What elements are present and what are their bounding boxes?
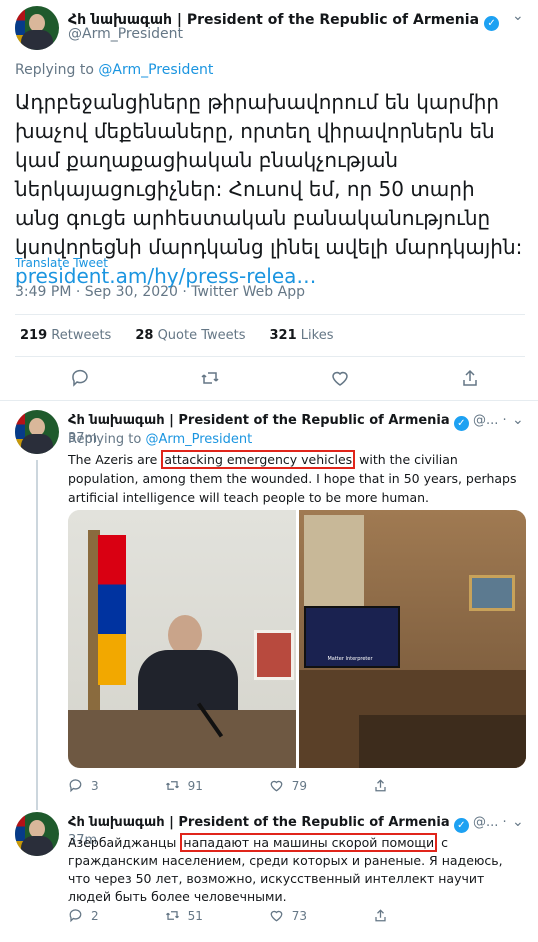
verified-icon: ✓ [453,416,469,431]
replying-handle-link[interactable]: @Arm_President [98,62,213,78]
reply-icon[interactable] [70,368,90,388]
tweet-meta: 3:49 PM · Sep 30, 2020 · Twitter Web App [15,284,305,300]
reply2-text: Азербайджанцы нападают на машины скорой … [68,833,503,904]
chevron-down-icon[interactable]: ⌄ [512,8,524,24]
likes-stat[interactable]: 321 Likes [270,328,334,343]
like-icon[interactable] [330,368,350,388]
avatar[interactable] [15,6,59,50]
display-name[interactable]: Հհ նախագահ | President of the Republic o… [68,413,450,428]
retweet-icon[interactable] [200,368,220,388]
retweet-button[interactable]: 51 [165,908,203,923]
chevron-down-icon[interactable]: ⌄ [512,412,524,428]
avatar[interactable] [15,812,59,856]
share-button[interactable] [373,778,388,793]
share-button[interactable] [373,908,388,923]
screen-caption: Matter Interpreter [327,656,373,662]
like-icon [270,780,283,792]
verified-icon: ✓ [484,16,500,31]
handle[interactable]: @Arm_President [68,26,183,42]
reply-button[interactable]: 2 [68,908,99,923]
quote-tweets-stat[interactable]: 28 Quote Tweets [135,328,245,343]
verified-icon: ✓ [453,818,469,833]
chevron-down-icon[interactable]: ⌄ [512,814,524,830]
photo-video-conference-room[interactable]: Matter Interpreter [299,510,526,768]
share-icon [375,779,386,792]
reply-icon [69,909,82,923]
like-icon [270,910,283,922]
reply-icon [69,779,82,793]
replying-handle-link[interactable]: @Arm_President [145,432,252,447]
handle[interactable]: @... [473,815,498,830]
replying-to: Replying to @Arm_President [68,432,253,447]
highlight-box: нападают на машины скорой помощи [180,833,438,852]
handle[interactable]: @... [473,413,498,428]
tweet-thread: Հհ նախագահ | President of the Republic o… [0,0,538,942]
reply1-text: The Azeris are attacking emergency vehic… [68,450,517,505]
retweet-icon [165,911,179,920]
translate-tweet-link[interactable]: Translate Tweet [15,256,108,270]
reply1-action-bar: 3 91 79 [68,778,388,793]
retweet-icon [165,781,179,790]
reply1-media[interactable]: Matter Interpreter [68,510,526,768]
share-icon[interactable] [460,368,480,388]
reply2-action-bar: 2 51 73 [68,908,388,923]
retweets-stat[interactable]: 219 Retweets [20,328,111,343]
tweet-action-bar [70,368,480,388]
display-name[interactable]: Հհ նախագահ | President of the Republic o… [68,815,450,830]
thread-line [36,460,38,810]
highlight-box: attacking emergency vehicles [161,450,356,469]
share-icon [375,909,386,922]
replying-to: Replying to @Arm_President [15,62,214,78]
tweet-stats: 219 Retweets 28 Quote Tweets 321 Likes [20,328,334,343]
like-button[interactable]: 73 [269,908,307,923]
avatar[interactable] [15,410,59,454]
reply-button[interactable]: 3 [68,778,99,793]
like-button[interactable]: 79 [269,778,307,793]
photo-president-desk[interactable] [68,510,296,768]
retweet-button[interactable]: 91 [165,778,203,793]
